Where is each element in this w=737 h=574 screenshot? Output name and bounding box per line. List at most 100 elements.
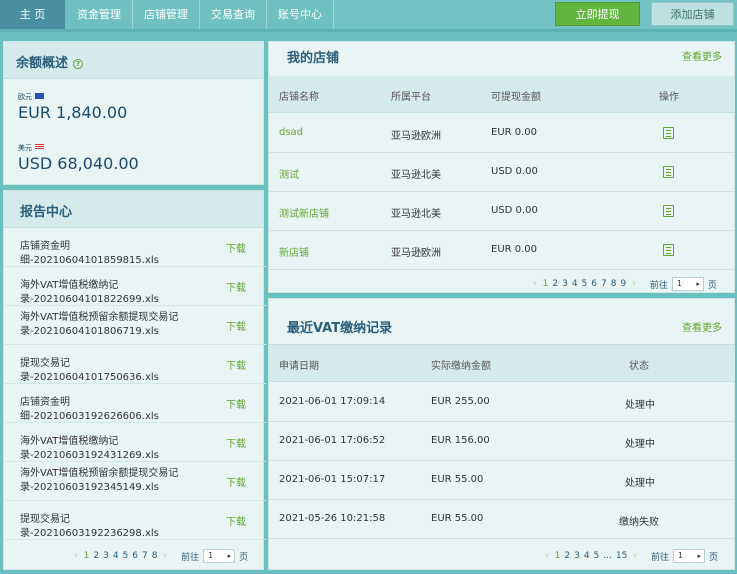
page-number[interactable]: 8: [152, 551, 158, 561]
page-number[interactable]: 7: [601, 279, 607, 289]
nav-account[interactable]: 账号中心: [267, 0, 334, 29]
page-suffix: 页: [708, 552, 718, 563]
col-withdrawable: 可提现金额: [491, 92, 541, 103]
add-shop-button[interactable]: 添加店铺: [651, 2, 734, 26]
shop-row: dsad 亚马逊欧洲 EUR 0.00: [269, 114, 735, 153]
report-row: 店铺资金明细-20210604101859815.xls 下载: [4, 228, 266, 267]
col-action: 操作: [659, 92, 679, 103]
report-row: 提现交易记录-20210604101750636.xls 下载: [4, 345, 266, 384]
page-number: ...: [603, 551, 612, 561]
page-number[interactable]: 5: [594, 551, 600, 561]
shop-row: 测试 亚马逊北美 USD 0.00: [269, 153, 735, 192]
page-number[interactable]: 15: [616, 551, 627, 561]
page-number[interactable]: 4: [584, 551, 590, 561]
download-link[interactable]: 下载: [226, 240, 246, 255]
report-file-name: 海外VAT增值税缴纳记录-20210603192431269.xls: [20, 436, 159, 461]
download-link[interactable]: 下载: [226, 279, 246, 294]
report-file-name: 提现交易记录-20210604101750636.xls: [20, 358, 159, 383]
col-paid-amount: 实际缴纳金额: [431, 361, 491, 372]
eur-label: 欧元: [18, 93, 32, 101]
shops-more-link[interactable]: 查看更多: [682, 48, 722, 63]
page-number[interactable]: 1: [555, 551, 561, 561]
page-number[interactable]: 4: [113, 551, 119, 561]
balance-title: 余额概述?: [16, 52, 84, 71]
vat-records-panel: 最近VAT缴纳记录 查看更多 申请日期 实际缴纳金额 状态 2021-06-01…: [268, 298, 735, 570]
report-file-name: 提现交易记录-20210603192236298.xls: [20, 514, 159, 539]
page-number[interactable]: 2: [564, 551, 570, 561]
usd-label: 美元: [18, 144, 32, 152]
page-select[interactable]: 1: [672, 549, 705, 563]
prev-page-icon[interactable]: ‹: [533, 279, 537, 289]
page-number[interactable]: 8: [611, 279, 617, 289]
nav-shops[interactable]: 店铺管理: [133, 0, 200, 29]
download-link[interactable]: 下载: [226, 396, 246, 411]
main-nav: 主 页 资金管理 店铺管理 交易查询 账号中心: [0, 0, 334, 29]
report-row: 店铺资金明细-20210603192626606.xls 下载: [4, 384, 266, 423]
withdraw-record-icon[interactable]: [663, 244, 674, 256]
page-number[interactable]: 5: [582, 279, 588, 289]
withdraw-record-icon[interactable]: [663, 205, 674, 217]
page-select[interactable]: 1: [203, 549, 236, 563]
nav-home[interactable]: 主 页: [0, 0, 66, 29]
goto-label: 前往: [181, 552, 200, 563]
col-apply-date: 申请日期: [279, 361, 319, 372]
page-number[interactable]: 2: [552, 279, 558, 289]
vat-apply-date: 2021-06-01 17:09:14: [279, 396, 386, 407]
nav-funds[interactable]: 资金管理: [66, 0, 133, 29]
vat-apply-date: 2021-05-26 10:21:58: [279, 513, 386, 524]
page-number[interactable]: 7: [142, 551, 148, 561]
next-page-icon[interactable]: ›: [633, 551, 637, 561]
prev-page-icon[interactable]: ‹: [545, 551, 549, 561]
balance-panel: 余额概述? 欧元 EUR 1,840.00 美元 USD 68,040.00: [3, 41, 264, 185]
vat-row: 2021-06-01 15:07:17 EUR 55.00 处理中: [269, 461, 735, 500]
vat-row: 2021-06-01 17:06:52 EUR 156.00 处理中: [269, 422, 735, 461]
shop-name-link[interactable]: dsad: [279, 127, 303, 138]
page-number[interactable]: 1: [84, 551, 90, 561]
vat-status: 缴纳失败: [619, 517, 659, 528]
download-link[interactable]: 下载: [226, 435, 246, 450]
report-file-name: 海外VAT增值税预留余额提现交易记录-20210604101806719.xls: [20, 312, 179, 337]
download-link[interactable]: 下载: [226, 318, 246, 333]
nav-transactions[interactable]: 交易查询: [200, 0, 267, 29]
report-file-name: 店铺资金明细-20210604101859815.xls: [20, 241, 159, 266]
page-number[interactable]: 6: [132, 551, 138, 561]
page-number[interactable]: 3: [103, 551, 109, 561]
vat-status: 处理中: [625, 439, 655, 450]
usd-label-row: 美元: [18, 143, 44, 153]
withdraw-button[interactable]: 立即提现: [555, 2, 640, 26]
col-platform: 所属平台: [391, 92, 431, 103]
eu-flag-icon: [35, 93, 44, 99]
shop-name-link[interactable]: 测试: [279, 166, 299, 181]
prev-page-icon[interactable]: ‹: [74, 551, 78, 561]
page-select[interactable]: 1: [671, 277, 704, 291]
withdraw-record-icon[interactable]: [663, 127, 674, 139]
shop-withdrawable-amount: USD 0.00: [491, 205, 538, 216]
shop-platform: 亚马逊欧洲: [391, 131, 441, 142]
usd-balance: USD 68,040.00: [18, 154, 139, 173]
help-icon[interactable]: ?: [73, 59, 84, 69]
page-number[interactable]: 6: [591, 279, 597, 289]
shop-name-link[interactable]: 新店铺: [279, 244, 309, 259]
balance-panel-header: 余额概述?: [4, 42, 263, 79]
shop-platform: 亚马逊北美: [391, 209, 441, 220]
download-link[interactable]: 下载: [226, 513, 246, 528]
page-number[interactable]: 3: [562, 279, 568, 289]
page-number[interactable]: 4: [572, 279, 578, 289]
vat-more-link[interactable]: 查看更多: [682, 319, 722, 334]
page-number[interactable]: 9: [620, 279, 626, 289]
withdraw-record-icon[interactable]: [663, 166, 674, 178]
page-number[interactable]: 2: [93, 551, 99, 561]
download-link[interactable]: 下载: [226, 474, 246, 489]
next-page-icon[interactable]: ›: [632, 279, 636, 289]
shop-name-link[interactable]: 测试新店铺: [279, 205, 329, 220]
shop-row: 测试新店铺 亚马逊北美 USD 0.00: [269, 192, 735, 231]
download-link[interactable]: 下载: [226, 357, 246, 372]
vat-apply-date: 2021-06-01 15:07:17: [279, 474, 386, 485]
page-number[interactable]: 1: [543, 279, 549, 289]
page-number[interactable]: 3: [574, 551, 580, 561]
next-page-icon[interactable]: ›: [163, 551, 167, 561]
shops-pager: ‹123456789›前往1页: [529, 277, 717, 291]
page-number[interactable]: 5: [123, 551, 129, 561]
report-row: 海外VAT增值税预留余额提现交易记录-20210603192345149.xls…: [4, 462, 266, 501]
vat-status: 处理中: [625, 478, 655, 489]
